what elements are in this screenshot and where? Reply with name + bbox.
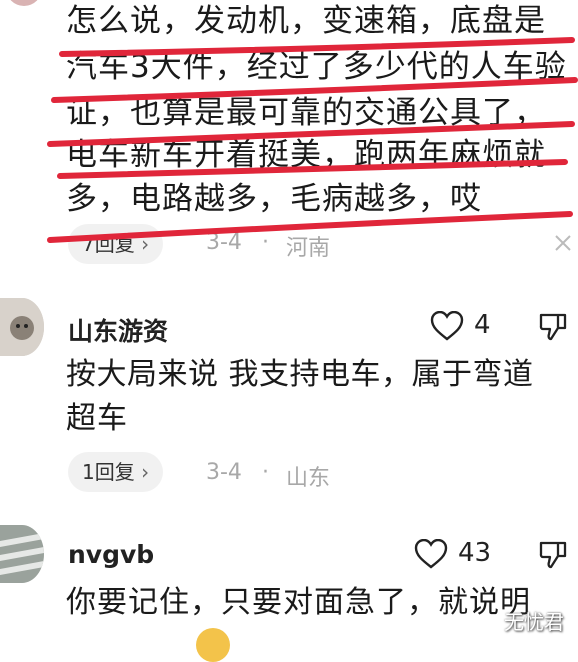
replies-count: 7回复 <box>82 232 135 256</box>
chevron-right-icon: › <box>141 460 150 484</box>
username[interactable]: 山东游资 <box>68 312 168 348</box>
dot-separator-icon: · <box>262 460 269 485</box>
comment-date: 3-4 <box>206 460 242 485</box>
like-count: 43 <box>458 538 492 568</box>
heart-icon[interactable] <box>430 310 464 345</box>
dot-separator-icon: · <box>262 230 269 255</box>
watermark: 无忧君 <box>504 610 564 634</box>
comment-text-line: 超车 <box>66 401 128 436</box>
comment-text-line: 怎么说，发动机，变速箱，底盘是 <box>66 3 546 39</box>
like-count: 4 <box>474 310 491 340</box>
comment-text-line: 多，电路越多，毛病越多，哎 <box>66 181 482 217</box>
thumbs-down-icon[interactable] <box>538 311 568 345</box>
heart-icon[interactable] <box>414 538 448 573</box>
comment-text-line: 按大局来说 我支持电车，属于弯道 <box>66 357 534 392</box>
replies-button[interactable]: 1回复 › <box>68 452 164 492</box>
emoji-icon <box>196 628 230 662</box>
replies-button[interactable]: 7回复 › <box>68 224 164 264</box>
avatar[interactable] <box>0 298 44 356</box>
comment-text-line: 汽车3大件，经过了多少代的人车验 <box>66 49 567 85</box>
comment-text-line: 你要记住，只要对面急了，就说明 <box>66 585 531 620</box>
comment-location: 河南 <box>286 236 331 261</box>
avatar[interactable] <box>0 525 44 583</box>
replies-count: 1回复 <box>82 460 135 484</box>
comment-text-line: 电车新车开着挺美，跑两年麻烦就 <box>66 137 546 173</box>
chevron-right-icon: › <box>141 232 150 256</box>
close-icon[interactable] <box>552 232 574 258</box>
thumbs-down-icon[interactable] <box>538 539 568 573</box>
comment-date: 3-4 <box>206 230 242 255</box>
comment-location: 山东 <box>286 466 331 491</box>
avatar-partial[interactable] <box>6 0 42 6</box>
username[interactable]: nvgvb <box>68 540 154 569</box>
comment-text-line: 证，也算是最可靠的交通公具了， <box>66 95 546 131</box>
